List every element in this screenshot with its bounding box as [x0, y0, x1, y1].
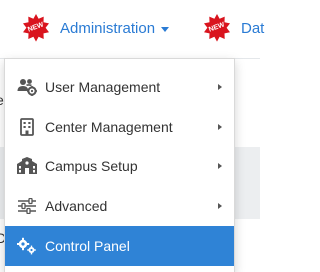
nav-administration[interactable]: NEW Administration [22, 12, 170, 44]
campus-icon [17, 156, 37, 176]
caret-down-icon [161, 26, 170, 32]
menu-item-label: User Management [45, 79, 161, 95]
new-badge-icon: NEW [203, 14, 231, 42]
menu-item-label: Campus Setup [45, 158, 138, 174]
users-cog-icon [17, 77, 37, 97]
chevron-right-icon [218, 84, 222, 90]
cogs-icon [17, 236, 37, 256]
nav-administration-label: Administration [60, 19, 156, 37]
nav-dat[interactable]: NEW Dat [203, 12, 264, 44]
administration-dropdown: User Management Center Management Campus… [4, 58, 235, 272]
menu-item-advanced[interactable]: Advanced [5, 187, 234, 225]
chevron-right-icon [218, 203, 222, 209]
new-badge-icon: NEW [22, 14, 50, 42]
nav-dat-label: Dat [241, 19, 265, 37]
menu-item-campus-setup[interactable]: Campus Setup [5, 147, 234, 185]
menu-item-control-panel[interactable]: Control Panel [5, 226, 234, 266]
building-icon [17, 117, 37, 137]
menu-item-user-management[interactable]: User Management [5, 68, 234, 106]
menu-item-label: Center Management [45, 119, 173, 135]
chevron-right-icon [218, 124, 222, 130]
menu-item-center-management[interactable]: Center Management [5, 108, 234, 146]
menu-item-label: Control Panel [45, 238, 130, 254]
chevron-right-icon [218, 163, 222, 169]
sliders-icon [17, 196, 37, 216]
menu-item-label: Advanced [45, 198, 108, 214]
